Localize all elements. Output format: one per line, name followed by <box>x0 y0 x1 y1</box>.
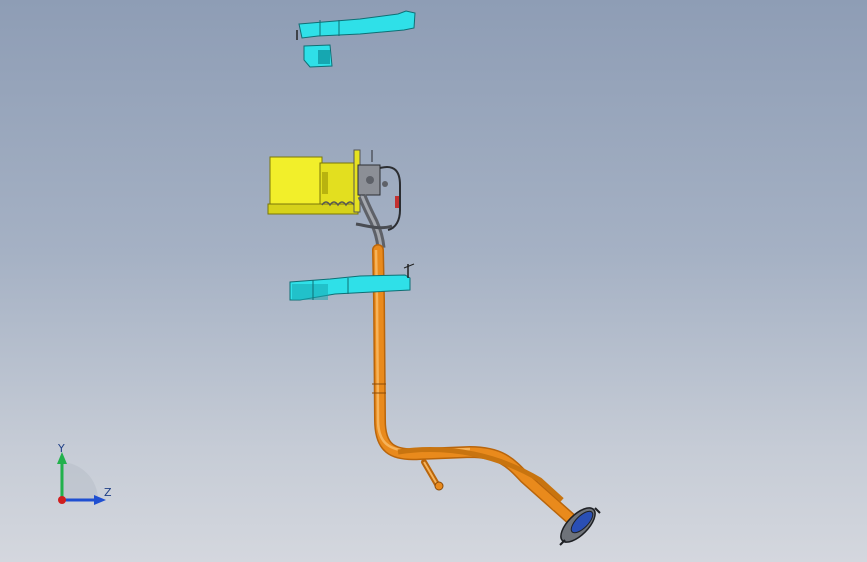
lower-bracket-part[interactable] <box>289 263 415 301</box>
valve-assembly-part[interactable] <box>355 150 401 249</box>
upper-bracket-part[interactable] <box>296 10 416 68</box>
cad-3d-viewport[interactable]: Y Z <box>0 0 867 562</box>
filler-cap-part[interactable] <box>545 497 601 548</box>
axis-y-label: Y <box>57 442 65 455</box>
axis-z-label: Z <box>104 486 112 499</box>
canister-part[interactable] <box>267 149 361 215</box>
axis-triad[interactable]: Y Z <box>40 440 130 520</box>
fuel-filler-assembly-model[interactable] <box>0 0 867 562</box>
